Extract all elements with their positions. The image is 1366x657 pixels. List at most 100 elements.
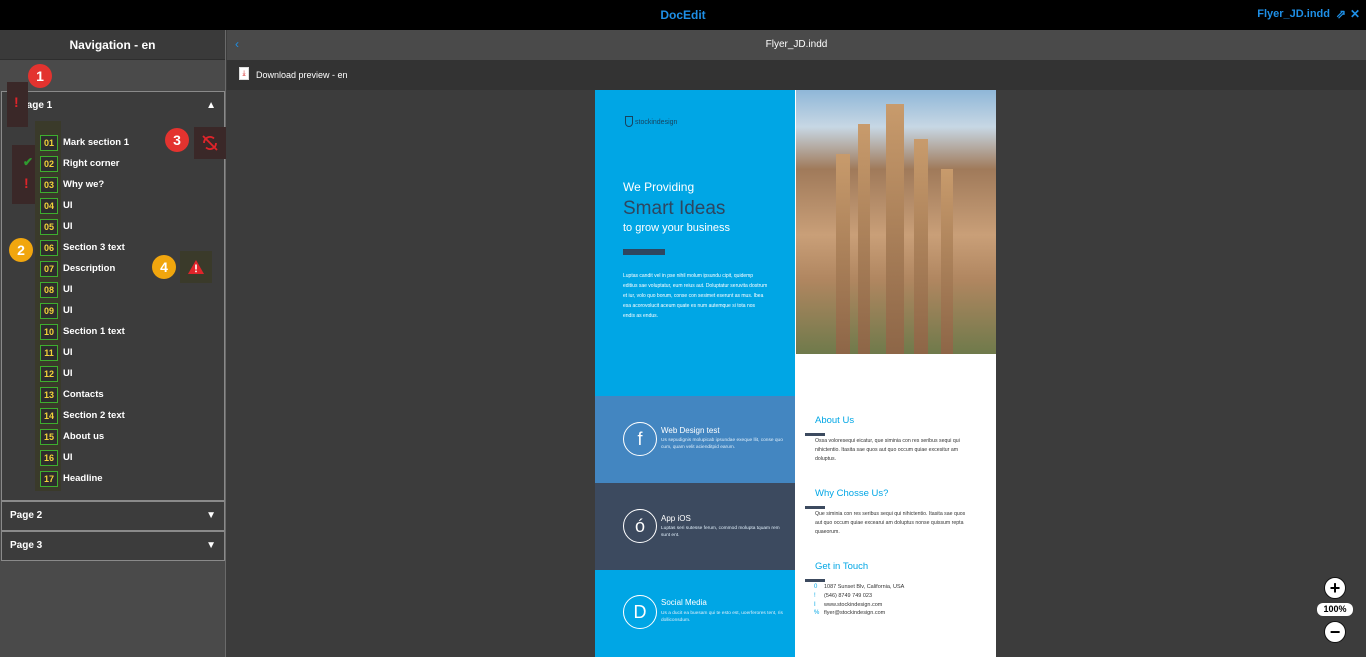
item-number: 11 <box>40 344 58 361</box>
file-link[interactable]: Flyer_JD.indd <box>1257 8 1330 20</box>
page-section-3[interactable]: Page 3 ▼ <box>1 531 225 561</box>
list-item[interactable]: 09 UI <box>40 302 73 319</box>
warning-icon[interactable] <box>180 251 212 283</box>
callout-badge-4: 4 <box>152 255 176 279</box>
item-number: 14 <box>40 407 58 424</box>
list-item[interactable]: 13 Contacts <box>40 386 104 403</box>
page-label: Page 3 <box>10 540 43 551</box>
zoom-in-button[interactable]: + <box>1324 577 1346 599</box>
download-preview-link[interactable]: Download preview - en <box>256 70 348 80</box>
about-text: Ossa voloresequi eicatur, que siminia co… <box>815 438 960 462</box>
item-number: 04 <box>40 197 58 214</box>
flyer-we-providing: We Providing <box>623 180 695 194</box>
list-item[interactable]: 15 About us <box>40 428 104 445</box>
page-row-2[interactable]: Page 2 ▼ <box>2 502 224 530</box>
chevron-up-icon[interactable]: ▲ <box>206 92 216 120</box>
list-item[interactable]: 16 UI <box>40 449 73 466</box>
zoom-out-button[interactable]: − <box>1324 621 1346 643</box>
photo-spire <box>858 124 870 354</box>
page-status-error: ! <box>7 82 28 127</box>
item-label: UI <box>63 221 73 232</box>
close-icon[interactable]: ✕ <box>1350 7 1360 21</box>
page-section-2[interactable]: Page 2 ▼ <box>1 501 225 531</box>
pdf-icon[interactable]: ⤓ <box>239 67 249 80</box>
list-item[interactable]: 07 Description <box>40 260 115 277</box>
list-item[interactable]: 11 UI <box>40 344 73 361</box>
why-text: Que siminia con res seribus sequi qui ni… <box>815 511 966 535</box>
zoom-level: 100% <box>1317 603 1353 616</box>
navigation-sidebar: Navigation - en Page 1 ▲ ! ✔ ! 01 Mark se… <box>0 30 226 657</box>
about-bar <box>805 433 825 436</box>
item-number: 10 <box>40 323 58 340</box>
service-text: Us sepudignis molupicab ipsundae exeque … <box>661 438 783 450</box>
flyer-service-block: f Web Design test Us sepudignis molupica… <box>595 396 795 483</box>
contact-website: www.stockindesign.com <box>824 602 883 608</box>
item-label: Section 2 text <box>63 410 125 421</box>
item-number: 03 <box>40 176 58 193</box>
service-title: Social Media <box>661 598 707 607</box>
error-icon: ! <box>24 175 29 191</box>
item-number: 06 <box>40 239 58 256</box>
contact-address: 1087 Sunset Blv, California, USA <box>824 584 905 590</box>
item-number: 12 <box>40 365 58 382</box>
service-title: App iOS <box>661 514 691 523</box>
list-item[interactable]: 17 Headline <box>40 470 103 487</box>
callout-badge-1: 1 <box>28 64 52 88</box>
item-number: 09 <box>40 302 58 319</box>
item-number: 15 <box>40 428 58 445</box>
list-item[interactable]: 01 Mark section 1 <box>40 134 129 151</box>
list-item[interactable]: 10 Section 1 text <box>40 323 125 340</box>
item-number: 01 <box>40 134 58 151</box>
preview-toolbar: ⤓ Download preview - en <box>227 60 1366 90</box>
list-item[interactable]: 06 Section 3 text <box>40 239 125 256</box>
external-link-icon[interactable]: ⇗ <box>1336 7 1346 21</box>
item-number: 17 <box>40 470 58 487</box>
item-label: UI <box>63 347 73 358</box>
item-label: Section 3 text <box>63 242 125 253</box>
web-icon: I <box>814 602 816 608</box>
item-label: UI <box>63 452 73 463</box>
chevron-down-icon[interactable]: ▼ <box>206 502 216 530</box>
touch-bar <box>805 579 825 582</box>
callout-badge-3: 3 <box>165 128 189 152</box>
document-title: Flyer_JD.indd <box>765 39 828 50</box>
flyer-service-block: D Social Media Us a ducit ea buesam qui … <box>595 570 795 657</box>
phone-icon: ! <box>814 593 816 599</box>
page-row-1[interactable]: Page 1 ▲ <box>2 92 224 120</box>
item-label: About us <box>63 431 105 442</box>
item-label: Why we? <box>63 179 105 190</box>
callout-badge-2: 2 <box>9 238 33 262</box>
item-label: UI <box>63 368 73 379</box>
email-icon: % <box>814 610 820 616</box>
item-label: UI <box>63 284 73 295</box>
why-title: Why Chosse Us? <box>815 488 889 499</box>
top-bar: DocEdit Flyer_JD.indd ⇗ ✕ <box>0 0 1366 30</box>
logo-flask-icon <box>625 116 633 127</box>
page-row-3[interactable]: Page 3 ▼ <box>2 532 224 560</box>
list-item[interactable]: 05 UI <box>40 218 73 235</box>
flyer-service-block: ó App iOS Luptas seri sutesse ferum, com… <box>595 483 795 570</box>
facebook-icon: f <box>623 422 657 456</box>
flyer-cathedral-photo <box>796 90 996 354</box>
service-text: Us a ducit ea buesam qui te esto est, uo… <box>661 611 783 623</box>
chevron-down-icon[interactable]: ▼ <box>206 532 216 560</box>
error-icon: ! <box>14 94 19 110</box>
item-number: 16 <box>40 449 58 466</box>
list-item[interactable]: 12 UI <box>40 365 73 382</box>
apple-icon: ó <box>623 509 657 543</box>
item-label: Contacts <box>63 389 104 400</box>
list-item[interactable]: 08 UI <box>40 281 73 298</box>
photo-spire <box>914 139 928 354</box>
list-item[interactable]: 03 Why we? <box>40 176 104 193</box>
sync-off-icon[interactable] <box>194 127 226 159</box>
flyer-preview[interactable]: stockindesign We Providing Smart Ideas t… <box>595 90 996 657</box>
contact-email: flyer@stockindesign.com <box>824 610 886 616</box>
photo-spire <box>941 169 953 354</box>
flyer-logo-text: stockindesign <box>635 119 678 126</box>
list-item[interactable]: 14 Section 2 text <box>40 407 125 424</box>
list-item[interactable]: 04 UI <box>40 197 73 214</box>
touch-title: Get in Touch <box>815 561 869 572</box>
item-label: UI <box>63 200 73 211</box>
list-item[interactable]: 02 Right corner <box>40 155 119 172</box>
item-label: UI <box>63 305 73 316</box>
